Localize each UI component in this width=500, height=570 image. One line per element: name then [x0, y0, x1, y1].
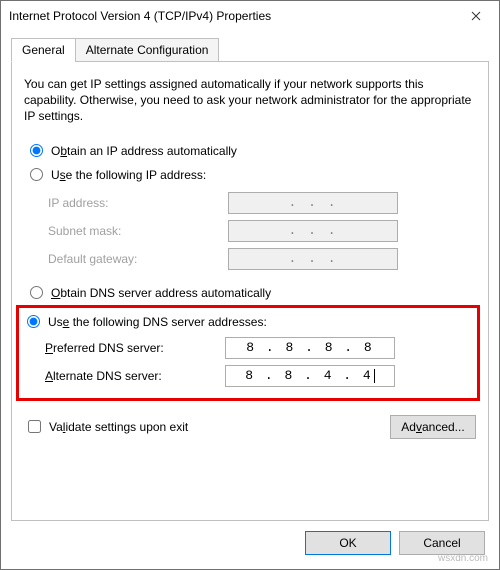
input-preferred-dns[interactable]: 8 . 8 . 8 . 8	[225, 337, 395, 359]
checkbox-validate-input[interactable]	[28, 420, 41, 433]
input-ip-address: . . .	[228, 192, 398, 214]
cancel-button[interactable]: Cancel	[399, 531, 485, 555]
tab-alternate[interactable]: Alternate Configuration	[75, 38, 220, 62]
ok-button[interactable]: OK	[305, 531, 391, 555]
watermark: wsxdn.com	[438, 553, 488, 564]
tab-general[interactable]: General	[11, 38, 76, 62]
highlight-box: Use the following DNS server addresses: …	[16, 305, 480, 401]
radio-dns-manual[interactable]: Use the following DNS server addresses:	[27, 315, 475, 329]
row-gateway: Default gateway: . . .	[48, 245, 476, 273]
label-alternate-dns: Alternate DNS server:	[45, 369, 225, 383]
dialog-buttons: OK Cancel	[11, 521, 489, 559]
radio-dns-manual-label: Use the following DNS server addresses:	[48, 315, 267, 329]
ip-fields: IP address: . . . Subnet mask: . . . Def…	[48, 189, 476, 273]
label-gateway: Default gateway:	[48, 252, 228, 266]
radio-dns-auto-label: Obtain DNS server address automatically	[51, 286, 271, 300]
radio-ip-auto-input[interactable]	[30, 144, 43, 157]
radio-ip-auto-label: Obtain an IP address automatically	[51, 144, 237, 158]
input-subnet: . . .	[228, 220, 398, 242]
label-ip-address: IP address:	[48, 196, 228, 210]
window-title: Internet Protocol Version 4 (TCP/IPv4) P…	[9, 9, 453, 23]
tabstrip: General Alternate Configuration	[11, 38, 489, 62]
checkbox-validate-label: Validate settings upon exit	[49, 420, 188, 434]
row-preferred-dns: Preferred DNS server: 8 . 8 . 8 . 8	[45, 334, 475, 362]
label-preferred-dns: Preferred DNS server:	[45, 341, 225, 355]
titlebar: Internet Protocol Version 4 (TCP/IPv4) P…	[1, 1, 499, 31]
advanced-button[interactable]: Advanced...	[390, 415, 476, 439]
label-subnet: Subnet mask:	[48, 224, 228, 238]
validate-advanced-row: Validate settings upon exit Advanced...	[24, 415, 476, 439]
input-gateway: . . .	[228, 248, 398, 270]
radio-ip-manual-input[interactable]	[30, 168, 43, 181]
radio-ip-manual[interactable]: Use the following IP address:	[30, 168, 476, 182]
radio-dns-auto-input[interactable]	[30, 286, 43, 299]
text-caret	[374, 369, 375, 383]
close-button[interactable]	[453, 1, 499, 31]
client-area: General Alternate Configuration You can …	[1, 31, 499, 569]
dns-fields: Preferred DNS server: 8 . 8 . 8 . 8 Alte…	[45, 334, 475, 390]
close-icon	[471, 11, 481, 21]
tab-panel-general: You can get IP settings assigned automat…	[11, 61, 489, 521]
checkbox-validate[interactable]: Validate settings upon exit	[28, 420, 188, 434]
row-subnet: Subnet mask: . . .	[48, 217, 476, 245]
row-alternate-dns: Alternate DNS server: 8 . 8 . 4 . 4	[45, 362, 475, 390]
radio-dns-auto[interactable]: Obtain DNS server address automatically	[30, 286, 476, 300]
radio-dns-manual-input[interactable]	[27, 315, 40, 328]
row-ip-address: IP address: . . .	[48, 189, 476, 217]
dialog-window: Internet Protocol Version 4 (TCP/IPv4) P…	[0, 0, 500, 570]
input-alternate-dns[interactable]: 8 . 8 . 4 . 4	[225, 365, 395, 387]
radio-ip-auto[interactable]: Obtain an IP address automatically	[30, 144, 476, 158]
radio-ip-manual-label: Use the following IP address:	[51, 168, 206, 182]
description-text: You can get IP settings assigned automat…	[24, 76, 476, 125]
